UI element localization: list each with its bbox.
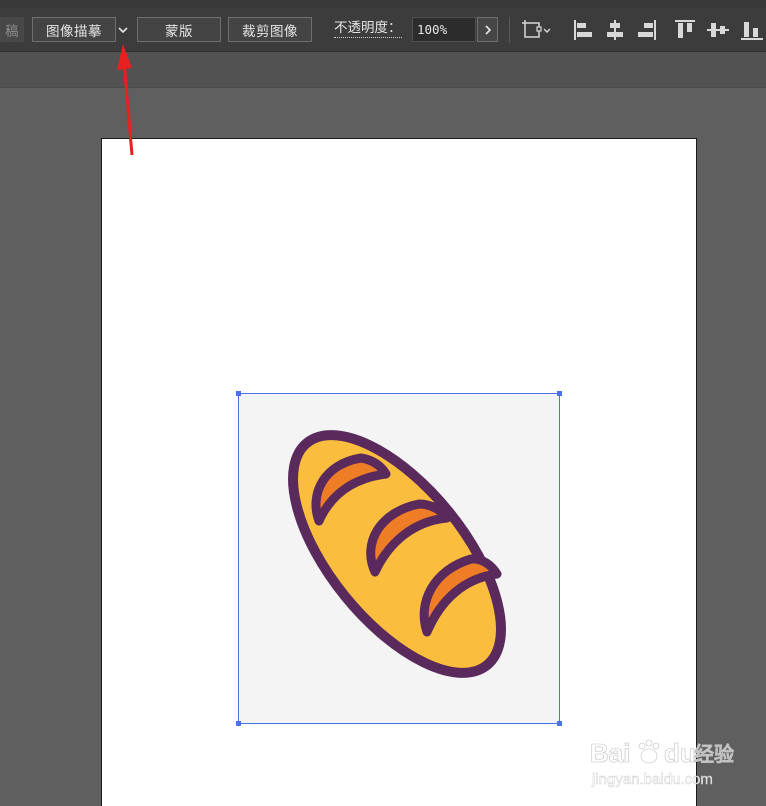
align-left-icon: [574, 20, 592, 40]
image-trace-button[interactable]: 图像描摹: [32, 17, 116, 42]
red-annotation-arrow: [117, 44, 134, 156]
crop-image-button[interactable]: 裁剪图像: [228, 17, 312, 42]
selection-handle-bottom-right[interactable]: [557, 721, 562, 726]
align-left-button[interactable]: [572, 17, 594, 43]
align-bottom-button[interactable]: [740, 17, 764, 43]
svg-text:经验: 经验: [694, 742, 734, 766]
transform-button[interactable]: [520, 17, 554, 43]
selection-handle-top-right[interactable]: [557, 391, 562, 396]
toolbar-top-edge: [0, 0, 766, 8]
align-right-icon: [638, 20, 656, 40]
selection-handle-top-left[interactable]: [236, 391, 241, 396]
align-vertical-center-button[interactable]: [706, 17, 730, 43]
chevron-down-icon: [118, 26, 128, 33]
opacity-dropdown-button[interactable]: [477, 17, 498, 42]
transform-dropdown-icon: [522, 20, 551, 38]
cut-label: 稿: [0, 17, 24, 42]
selected-placed-image[interactable]: [238, 393, 560, 724]
align-horizontal-center-icon: [607, 20, 623, 40]
svg-text:du: du: [664, 738, 696, 768]
align-horizontal-center-button[interactable]: [604, 17, 626, 43]
align-vertical-center-icon: [707, 23, 729, 37]
selection-handle-bottom-left[interactable]: [236, 721, 241, 726]
toolbar-separator: [509, 17, 510, 43]
opacity-input[interactable]: 100%: [412, 17, 476, 42]
mask-button[interactable]: 蒙版: [137, 17, 221, 42]
align-top-button[interactable]: [674, 17, 696, 43]
image-trace-dropdown[interactable]: [115, 17, 131, 42]
bread-baguette-image: [288, 430, 506, 678]
align-right-button[interactable]: [636, 17, 658, 43]
baidu-logo: Bai du 经验 jingyan.baidu.com: [590, 738, 735, 789]
svg-text:Bai: Bai: [590, 738, 630, 768]
chevron-right-icon: [484, 24, 491, 35]
svg-text:jingyan.baidu.com: jingyan.baidu.com: [591, 771, 713, 788]
opacity-label[interactable]: 不透明度：: [334, 20, 402, 38]
align-bottom-icon: [741, 22, 763, 40]
baidu-jingyan-watermark: Bai du 经验 jingyan.baidu.com: [590, 734, 740, 794]
align-top-icon: [675, 20, 695, 38]
